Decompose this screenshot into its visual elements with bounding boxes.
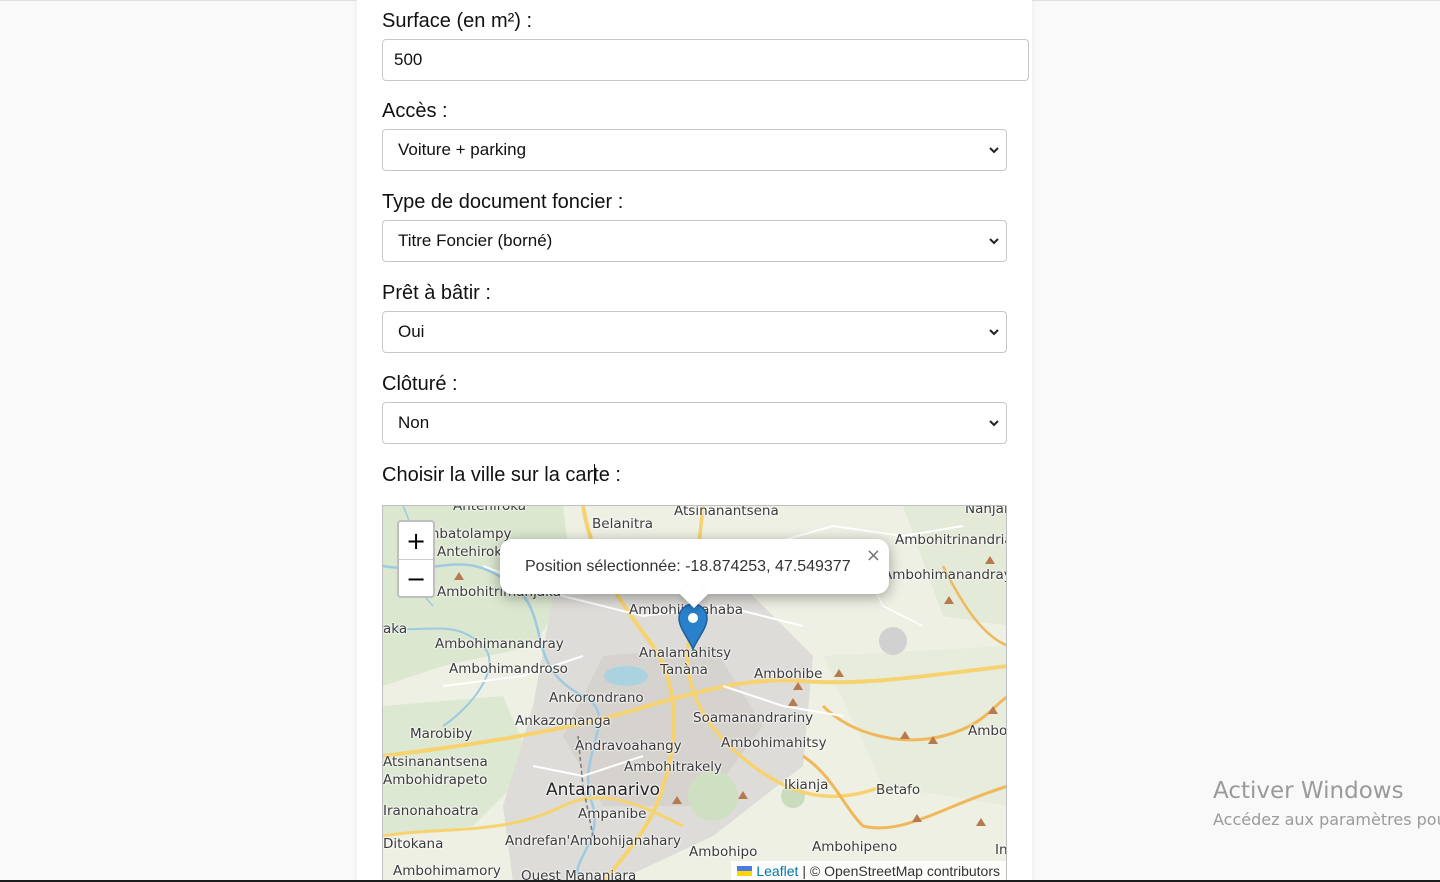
chevron-down-icon [989, 238, 999, 245]
map-place-label: Ambohipeno [812, 839, 898, 855]
map-place-label: Ankazomanga [515, 713, 611, 729]
map-place-label: Ambohitrinandrian [895, 532, 1006, 548]
map-place-label: Ambohimanandray [435, 636, 564, 652]
map-place-label: Andrefan'Ambohijanahary [505, 833, 681, 849]
ukraine-flag-icon [737, 866, 753, 876]
zoom-out-button[interactable]: − [399, 560, 433, 596]
document-select[interactable]: Titre Foncier (borné) [382, 220, 1007, 262]
watermark-subtitle: Accédez aux paramètres pou [1213, 810, 1440, 829]
cloture-label: Clôturé : [382, 373, 458, 395]
chevron-down-icon [989, 329, 999, 336]
map[interactable]: Antehiroka Belanitra Atsinanantsena Nanj… [382, 505, 1007, 882]
document-label: Type de document foncier : [382, 191, 624, 213]
map-place-label: Ambohimandroso [449, 661, 568, 677]
pret-select-value: Oui [398, 322, 425, 341]
surface-label: Surface (en m²) : [382, 10, 533, 32]
map-place-label: Atsinanantsena [674, 505, 779, 519]
map-place-label: Ambohibe [754, 666, 823, 682]
map-place-label: Ditokana [383, 836, 444, 852]
zoom-in-button[interactable]: + [399, 522, 433, 560]
zoom-control: + − [397, 520, 435, 598]
attribution-text: | © OpenStreetMap contributors [802, 863, 1000, 879]
leaflet-link[interactable]: Leaflet [756, 863, 798, 879]
map-place-label: Ambohitrakely [624, 759, 723, 775]
map-place-label: Tanàna [660, 662, 708, 678]
map-place-label: Belanitra [592, 516, 654, 532]
map-place-label: Nanjak [965, 505, 1006, 517]
document-select-value: Titre Foncier (borné) [398, 231, 553, 250]
map-marker-icon[interactable] [677, 602, 709, 655]
map-place-label: Atsinanantsena [383, 754, 488, 770]
map-label: Choisir la ville sur la carte : [382, 464, 621, 486]
map-place-label: Andravoahangy [575, 738, 682, 754]
map-place-label: Marobiby [410, 726, 473, 742]
map-place-label: Ankorondrano [549, 690, 644, 706]
watermark-title: Activer Windows [1213, 778, 1404, 804]
map-place-label: Ambohimamory [393, 863, 501, 879]
map-place-label: Ambohipo [689, 844, 758, 860]
acces-label: Accès : [382, 100, 448, 122]
pret-label: Prêt à bâtir : [382, 282, 491, 304]
chevron-down-icon [989, 420, 999, 427]
map-place-label: Ambohidrapeto [383, 772, 488, 788]
map-place-label: Iranonahoatra [383, 803, 479, 819]
windows-activation-watermark: Activer Windows Accédez aux paramètres p… [1213, 778, 1440, 829]
map-popup: Position sélectionnée: -18.874253, 47.54… [500, 539, 889, 609]
surface-input-value: 500 [394, 50, 423, 69]
map-place-label: aka [383, 621, 408, 637]
pret-select[interactable]: Oui [382, 311, 1007, 353]
map-place-label: In [995, 842, 1007, 858]
map-place-label: Betafo [876, 782, 921, 798]
close-icon[interactable]: × [866, 545, 881, 566]
acces-select[interactable]: Voiture + parking [382, 129, 1007, 171]
map-attribution: Leaflet | © OpenStreetMap contributors [731, 861, 1006, 881]
map-place-label: Antehiroka [453, 505, 527, 514]
text-cursor [594, 464, 595, 484]
map-place-label: Antananarivo [546, 780, 661, 800]
cloture-select[interactable]: Non [382, 402, 1007, 444]
map-place-label: Ambohimahitsy [721, 735, 827, 751]
map-place-label: Soamanandrariny [693, 710, 814, 726]
cloture-select-value: Non [398, 413, 430, 432]
popup-text: Position sélectionnée: -18.874253, 47.54… [525, 558, 851, 575]
form-card: Surface (en m²) : 500 Accès : Voiture + … [357, 0, 1032, 882]
acces-select-value: Voiture + parking [398, 140, 527, 159]
map-place-label: Ambol [968, 723, 1007, 739]
chevron-down-icon [989, 147, 999, 154]
map-place-label: Ikianja [784, 777, 829, 793]
map-place-label: Ambohimanandray [883, 567, 1007, 583]
map-place-label: Ampanibe [578, 806, 647, 822]
surface-input[interactable]: 500 [382, 39, 1029, 81]
